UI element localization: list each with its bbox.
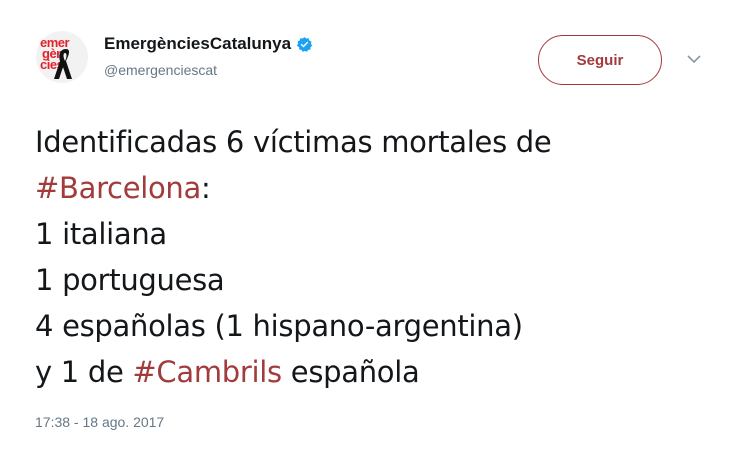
- avatar[interactable]: emer gèn cies: [36, 31, 88, 83]
- black-ribbon-icon: [54, 49, 72, 79]
- verified-badge-icon: [296, 36, 313, 52]
- tweet-timestamp[interactable]: 17:38 - 18 ago. 2017: [35, 414, 164, 430]
- tweet-text-fragment: :: [201, 171, 211, 205]
- display-name-text: EmergènciesCatalunya: [104, 34, 292, 53]
- tweet-card: emer gèn cies EmergènciesCatalunya @emer…: [0, 0, 735, 450]
- tweet-line: y 1 de #Cambrils española: [35, 349, 715, 395]
- display-name[interactable]: EmergènciesCatalunya: [104, 34, 313, 54]
- follow-button[interactable]: Seguir: [538, 35, 662, 85]
- tweet-line: 1 italiana: [35, 217, 167, 251]
- hashtag-link-barcelona[interactable]: #Barcelona: [35, 171, 201, 205]
- tweet-line: 1 portuguesa: [35, 263, 225, 297]
- account-handle[interactable]: @emergenciescat: [104, 62, 217, 78]
- tweet-text-fragment: y 1 de: [35, 355, 133, 389]
- tweet-line: Identificadas 6 víctimas mortales de: [35, 125, 552, 159]
- tweet-line: 4 españolas (1 hispano-argentina): [35, 309, 523, 343]
- tweet-line: #Barcelona:: [35, 165, 715, 211]
- hashtag-link-cambrils[interactable]: #Cambrils: [132, 355, 282, 389]
- tweet-text-fragment: española: [281, 355, 420, 389]
- chevron-down-icon[interactable]: [687, 54, 701, 64]
- tweet-text: Identificadas 6 víctimas mortales de #Ba…: [35, 119, 715, 395]
